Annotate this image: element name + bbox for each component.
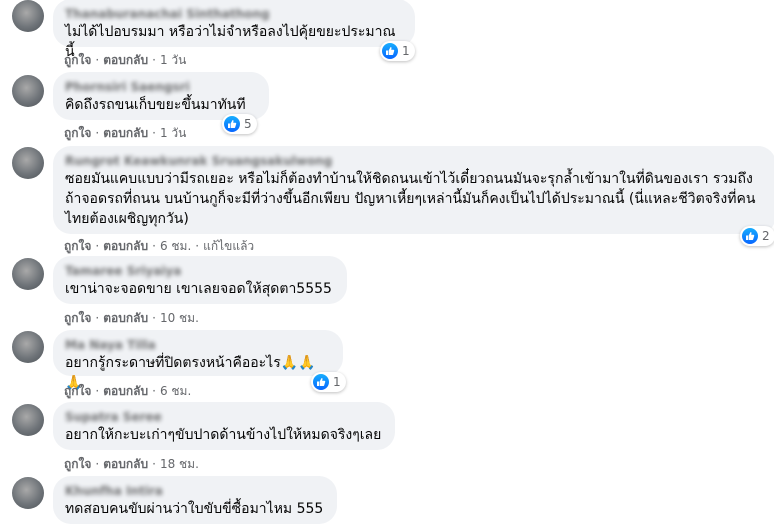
like-link[interactable]: ถูกใจ bbox=[64, 126, 91, 140]
like-link[interactable]: ถูกใจ bbox=[64, 239, 91, 253]
edited-label[interactable]: แก้ไขแล้ว bbox=[203, 239, 254, 253]
comment-text: ทดสอบคนขับผ่านว่าใบขับขี่ซื้อมาไหม 555 bbox=[65, 501, 324, 517]
reaction-count-badge[interactable]: 1 bbox=[380, 41, 415, 61]
avatar[interactable] bbox=[12, 75, 44, 107]
comment-bubble: Ma Naya Tilla อยากรู้กระดาษที่ปิดตรงหน้า… bbox=[53, 330, 343, 391]
reaction-count: 2 bbox=[762, 229, 770, 243]
reply-link[interactable]: ตอบกลับ bbox=[103, 126, 148, 140]
comment-author[interactable]: Phornsiri Saengsri bbox=[65, 79, 257, 95]
like-thumb-icon bbox=[224, 116, 240, 132]
comment-text: อยากให้กะบะเก่าๆขับปาดด้านข้างไปให้หมดจร… bbox=[65, 427, 382, 443]
comment-bubble: Thanaburanachai Sinthathong ไม่ได้ไปอบรม… bbox=[53, 0, 415, 60]
avatar[interactable] bbox=[12, 477, 44, 509]
comment-actions: ถูกใจ · ตอบกลับ · 6 ชม. bbox=[64, 384, 192, 398]
comment-actions: ถูกใจ · ตอบกลับ · 18 ชม. bbox=[64, 457, 199, 471]
comment-time[interactable]: 6 ชม. bbox=[160, 239, 191, 253]
comment-author[interactable]: Thanaburanachai Sinthathong bbox=[65, 6, 403, 22]
like-link[interactable]: ถูกใจ bbox=[64, 384, 91, 398]
like-link[interactable]: ถูกใจ bbox=[64, 53, 91, 67]
comment-time[interactable]: 10 ชม. bbox=[160, 311, 199, 325]
like-thumb-icon bbox=[382, 43, 398, 59]
reaction-count: 1 bbox=[333, 375, 341, 389]
comment-time[interactable]: 6 ชม. bbox=[160, 384, 191, 398]
comment-time[interactable]: 1 วัน bbox=[160, 126, 186, 140]
comment-author[interactable]: Supatra Seree bbox=[65, 409, 383, 425]
avatar[interactable] bbox=[12, 331, 44, 363]
comment-actions: ถูกใจ · ตอบกลับ · 6 ชม. · แก้ไขแล้ว bbox=[64, 239, 255, 253]
comment-time[interactable]: 18 ชม. bbox=[160, 457, 199, 471]
comment-author[interactable]: Ma Naya Tilla bbox=[65, 337, 331, 353]
like-link[interactable]: ถูกใจ bbox=[64, 457, 91, 471]
comment-bubble: Supatra Seree อยากให้กะบะเก่าๆขับปาดด้าน… bbox=[53, 402, 395, 450]
comment-author[interactable]: Rungrot Keawkunrak Sruangsakulwong bbox=[65, 153, 764, 169]
reply-link[interactable]: ตอบกลับ bbox=[103, 311, 148, 325]
avatar[interactable] bbox=[12, 258, 44, 290]
comment-actions: ถูกใจ · ตอบกลับ · 1 วัน bbox=[64, 126, 187, 140]
comment-text: เขาน่าจะจอดขาย เขาเลยจอดให้สุดตา5555 bbox=[65, 281, 332, 297]
reply-link[interactable]: ตอบกลับ bbox=[103, 384, 148, 398]
reaction-count-badge[interactable]: 5 bbox=[222, 114, 257, 134]
reaction-count-badge[interactable]: 1 bbox=[311, 372, 346, 392]
reaction-count: 1 bbox=[402, 44, 410, 58]
comment-bubble: Rungrot Keawkunrak Sruangsakulwong ซอยมั… bbox=[53, 146, 774, 234]
like-thumb-icon bbox=[742, 228, 758, 244]
reaction-count-badge[interactable]: 2 bbox=[740, 226, 774, 246]
comment-author[interactable]: Tamaree Sriyaiya bbox=[65, 263, 335, 279]
reply-link[interactable]: ตอบกลับ bbox=[103, 239, 148, 253]
comment-text: ซอยมันแคบแบบว่ามีรถเยอะ หรือไม่ก็ต้องทำบ… bbox=[65, 171, 756, 227]
like-link[interactable]: ถูกใจ bbox=[64, 311, 91, 325]
comment-bubble: Khunfha Intira ทดสอบคนขับผ่านว่าใบขับขี่… bbox=[53, 476, 337, 524]
reply-link[interactable]: ตอบกลับ bbox=[103, 53, 148, 67]
like-thumb-icon bbox=[313, 374, 329, 390]
comment-actions: ถูกใจ · ตอบกลับ · 1 วัน bbox=[64, 53, 187, 67]
comment-text: คิดถึงรถขนเก็บขยะขึ้นมาทันที bbox=[65, 97, 246, 113]
comment-bubble: Tamaree Sriyaiya เขาน่าจะจอดขาย เขาเลยจอ… bbox=[53, 256, 347, 304]
avatar[interactable] bbox=[12, 404, 44, 436]
reaction-count: 5 bbox=[244, 117, 252, 131]
avatar[interactable] bbox=[12, 0, 44, 32]
reply-link[interactable]: ตอบกลับ bbox=[103, 457, 148, 471]
comment-time[interactable]: 1 วัน bbox=[160, 53, 186, 67]
comment-author[interactable]: Khunfha Intira bbox=[65, 483, 325, 499]
comment-bubble: Phornsiri Saengsri คิดถึงรถขนเก็บขยะขึ้น… bbox=[53, 72, 269, 120]
comment-actions: ถูกใจ · ตอบกลับ · 10 ชม. bbox=[64, 311, 199, 325]
avatar[interactable] bbox=[12, 147, 44, 179]
